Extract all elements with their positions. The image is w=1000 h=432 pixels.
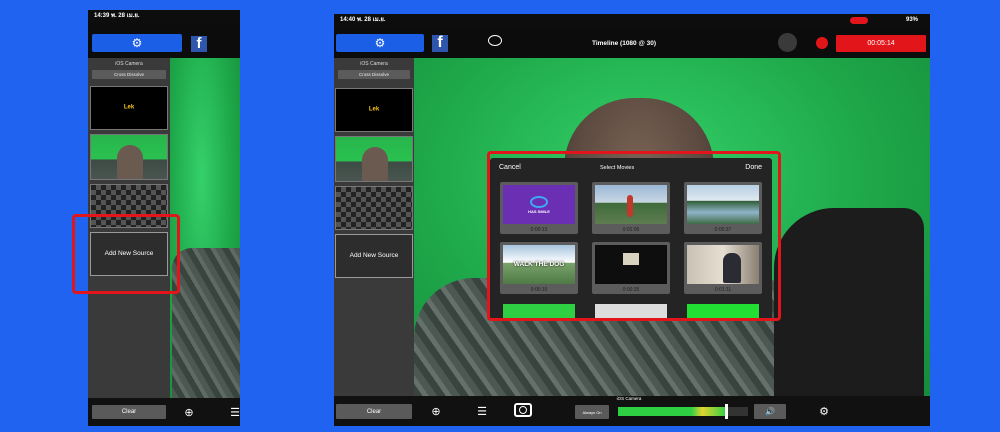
logo-source-tile[interactable]: Lek	[90, 86, 168, 130]
person-silhouette	[362, 147, 388, 181]
battery-text: 93%	[905, 17, 918, 23]
clear-button[interactable]: Clear	[92, 405, 166, 419]
source-title: iOS Camera	[360, 61, 388, 67]
bottom-toolbar: Clear ⊕ ☰	[88, 398, 240, 426]
facebook-icon[interactable]: f	[432, 34, 448, 52]
settings-gear-button[interactable]: ⚙	[336, 34, 424, 52]
chat-bubble-icon[interactable]	[488, 35, 502, 46]
settings-gear-button[interactable]: ⚙	[92, 34, 182, 52]
logo-text: Lek	[123, 104, 135, 111]
timeline-title: Timeline (1080 @ 30)	[591, 40, 657, 47]
bottom-toolbar: Clear ⊕ ☰ iOS Camera Always On 🔊 ⚙	[334, 396, 930, 426]
volume-slider-thumb[interactable]	[724, 404, 728, 419]
lens-circle	[519, 406, 527, 414]
camera-source-tile[interactable]	[90, 134, 168, 180]
transition-button[interactable]: Cross Dissolve	[92, 70, 166, 79]
add-new-source-button[interactable]: Add New Source	[335, 234, 413, 278]
speaker-icon: 🔊	[765, 407, 775, 416]
camera-source-tile[interactable]	[335, 136, 413, 182]
facebook-icon[interactable]: f	[191, 35, 207, 52]
status-bar: 14:39 พ. 28 เม.ย.	[88, 10, 240, 23]
camera-status-dot	[778, 33, 797, 52]
logo-text: Lek	[368, 106, 380, 113]
sliders-icon[interactable]: ☰	[474, 403, 490, 419]
camera-snapshot-icon[interactable]	[514, 403, 532, 417]
audio-level-fill	[618, 407, 726, 416]
source-sidebar: iOS Camera Cross Dissolve Lek Add New So…	[334, 58, 414, 404]
always-on-button[interactable]: Always On	[575, 405, 609, 419]
preview-area	[170, 58, 240, 398]
record-indicator-pill	[850, 17, 868, 24]
highlight-select-movies	[487, 151, 781, 321]
zoom-icon[interactable]: ⊕	[428, 403, 444, 419]
source-title: iOS Camera	[115, 61, 143, 67]
gear-icon[interactable]: ⚙	[816, 402, 832, 420]
gear-icon: ⚙	[131, 36, 143, 50]
status-time: 14:39 พ. 28 เม.ย.	[94, 13, 140, 19]
zoom-icon[interactable]: ⊕	[182, 404, 196, 420]
status-time: 14:40 พ. 28 เม.ย.	[340, 17, 386, 23]
record-button[interactable]	[816, 37, 828, 49]
status-bar: 14:40 พ. 28 เม.ย. 93%	[334, 14, 930, 27]
chair-back	[774, 208, 924, 396]
speaker-button[interactable]: 🔊	[754, 404, 786, 419]
sliders-icon[interactable]: ☰	[228, 404, 240, 420]
transparent-source-tile[interactable]	[335, 186, 413, 230]
highlight-add-source	[72, 214, 180, 294]
audio-level-track[interactable]	[618, 404, 748, 419]
gear-icon: ⚙	[374, 36, 386, 50]
logo-source-tile[interactable]: Lek	[335, 88, 413, 132]
audio-source-label: iOS Camera	[616, 396, 642, 401]
clear-button[interactable]: Clear	[336, 404, 412, 419]
person-silhouette	[117, 145, 143, 179]
transition-button[interactable]: Cross Dissolve	[338, 70, 410, 79]
jacket-pattern	[172, 248, 240, 398]
record-timer: 00:05:14	[836, 35, 926, 52]
